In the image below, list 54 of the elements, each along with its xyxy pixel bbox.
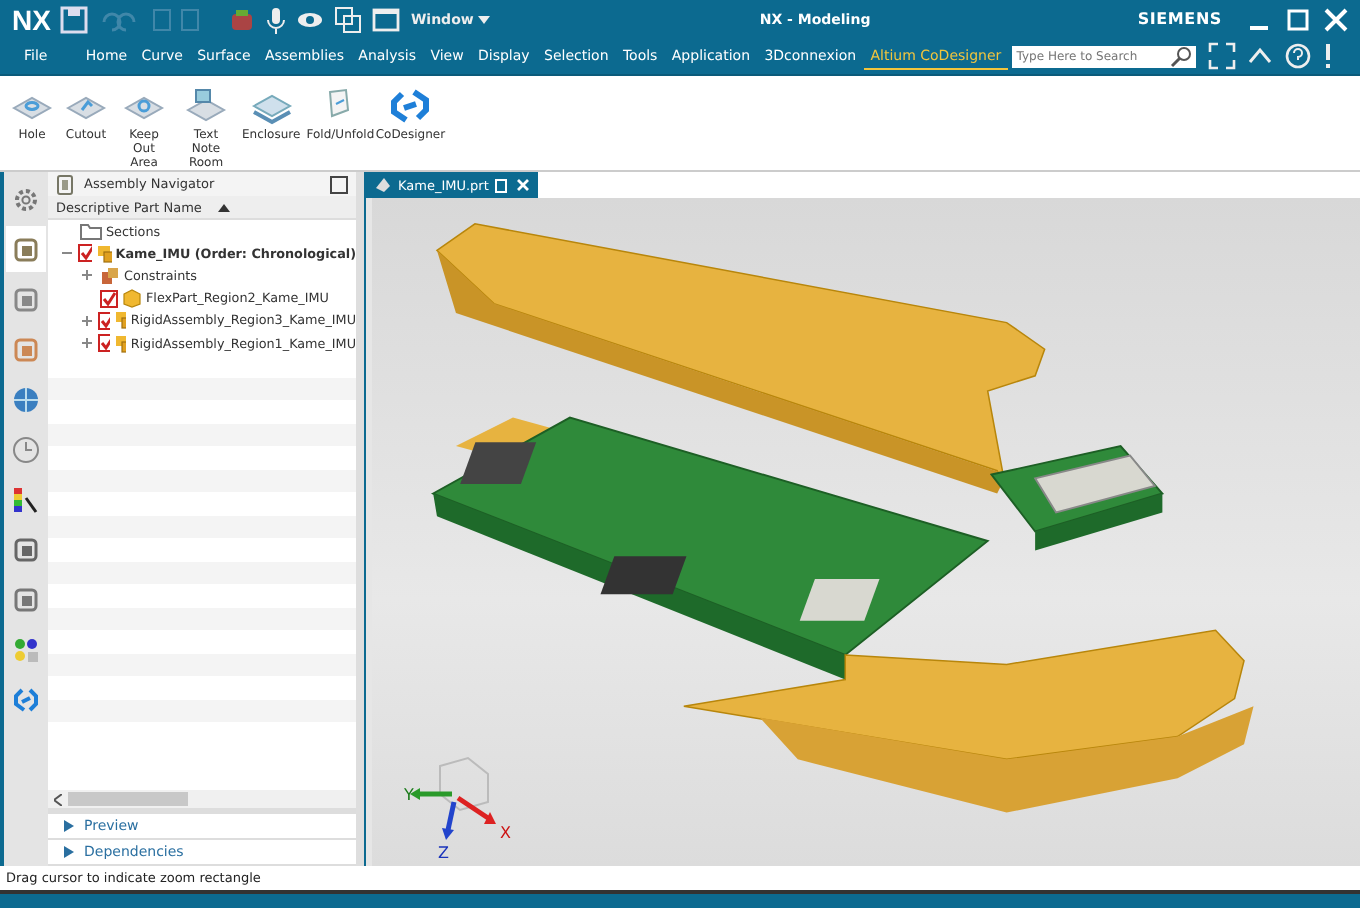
part-icon — [12, 285, 40, 313]
z-axis-arrow — [442, 801, 457, 840]
window-icon[interactable] — [372, 5, 401, 33]
checkbox[interactable] — [98, 334, 110, 353]
expand-icon[interactable] — [80, 268, 94, 283]
sort-arrow-icon — [217, 203, 230, 211]
resource-bar-button[interactable] — [6, 226, 46, 272]
checkbox[interactable] — [78, 244, 92, 263]
x-axis-arrow — [456, 795, 496, 824]
triangle-icon — [64, 846, 74, 858]
part-icon — [122, 288, 142, 309]
horizontal-scrollbar[interactable] — [48, 790, 356, 814]
part-icon — [12, 585, 40, 613]
close-icon[interactable] — [516, 178, 531, 192]
help-icon[interactable] — [1284, 42, 1313, 70]
microphone-icon[interactable] — [266, 5, 287, 33]
scroll-left-icon[interactable] — [54, 793, 62, 805]
part-icon — [12, 335, 40, 363]
axis-label: Z — [438, 844, 449, 862]
board-icon — [184, 86, 228, 126]
triangle-icon — [64, 820, 74, 832]
codesigner-logo-icon — [12, 685, 40, 713]
axis-label: X — [500, 824, 511, 842]
view-cube-icon — [439, 756, 489, 812]
checkbox[interactable] — [98, 311, 110, 330]
globe-icon — [12, 385, 40, 413]
part-icon — [12, 235, 40, 263]
gear-icon — [12, 185, 40, 213]
checkbox[interactable] — [100, 289, 118, 308]
app-logo: NX — [12, 3, 51, 35]
pin-icon[interactable] — [494, 177, 511, 193]
y-axis-arrow — [410, 788, 452, 800]
color-scale-icon — [12, 485, 40, 513]
assembly-icon — [95, 243, 112, 264]
codesigner-logo-icon — [388, 86, 433, 126]
exclamation-icon[interactable] — [1322, 42, 1335, 70]
scrollbar-thumb[interactable] — [68, 792, 188, 806]
caret-icon — [477, 15, 490, 23]
fullscreen-icon[interactable] — [1208, 42, 1237, 70]
part-icon — [374, 176, 392, 194]
maximize-icon[interactable] — [330, 175, 348, 193]
windows-icon[interactable] — [334, 5, 363, 33]
clock-icon — [12, 435, 40, 463]
expand-icon[interactable] — [80, 313, 94, 328]
close-icon[interactable] — [1324, 7, 1348, 31]
search-icon[interactable] — [1170, 45, 1193, 67]
save-icon[interactable] — [60, 5, 89, 33]
constraints-icon — [100, 265, 120, 286]
assembly-icon — [56, 173, 76, 195]
expand-icon[interactable] — [80, 336, 94, 351]
spheres-icon — [12, 635, 40, 663]
part-icon — [12, 535, 40, 563]
brand-logo: SIEMENS — [1137, 10, 1222, 28]
axis-label: Y — [404, 786, 414, 804]
